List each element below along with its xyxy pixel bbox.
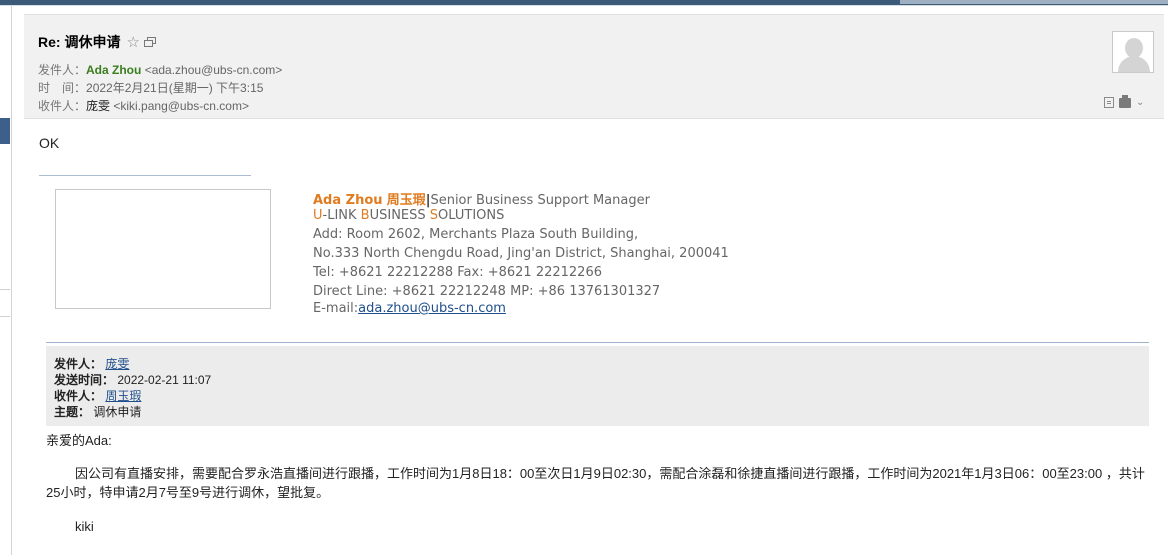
sender-row: 发件人：Ada Zhou <ada.zhou@ubs-cn.com> — [38, 61, 282, 78]
recipient-name[interactable]: 庞雯 — [86, 99, 110, 113]
signature-email-label: E-mail: — [313, 301, 359, 316]
print-icon[interactable] — [1119, 94, 1131, 108]
signature-name-en: Ada Zhou — [313, 193, 383, 208]
sender-label: 发件人： — [38, 63, 87, 77]
signature-divider — [39, 175, 251, 176]
quoted-sent-value: 2022-02-21 11:07 — [117, 373, 212, 387]
note-icon[interactable] — [1104, 97, 1114, 108]
quoted-from-link[interactable]: 庞雯 — [105, 357, 129, 371]
signature-address-1: Add: Room 2602, Merchants Plaza South Bu… — [313, 227, 639, 242]
quoted-sent-row: 发送时间： 2022-02-21 11:07 — [54, 373, 212, 387]
recipient-label: 收件人： — [38, 99, 87, 113]
star-icon[interactable]: ☆ — [126, 34, 139, 50]
quoted-paragraph: 因公司有直播安排，需要配合罗永浩直播间进行跟播，工作时间为1月8日18：00至次… — [46, 466, 1145, 500]
signature-email-link[interactable]: ada.zhou@ubs-cn.com — [358, 301, 506, 316]
signature-direct: Direct Line: +8621 22212248 MP: +86 1376… — [313, 284, 661, 299]
quote-divider — [46, 342, 1149, 343]
recipient-email[interactable]: <kiki.pang@ubs-cn.com> — [113, 99, 249, 113]
left-panel-edge — [0, 6, 12, 555]
time-row: 时 间：2022年2月21日(星期一) 下午3:15 — [38, 79, 263, 96]
recipient-row: 收件人：庞雯 <kiki.pang@ubs-cn.com> — [38, 97, 249, 114]
header-tools: ⌄ — [1104, 94, 1144, 108]
signature-tel: Tel: +8621 22212288 Fax: +8621 22212266 — [313, 265, 602, 280]
sender-name[interactable]: Ada Zhou — [86, 63, 141, 77]
sender-email[interactable]: <ada.zhou@ubs-cn.com> — [145, 63, 283, 77]
popout-icon[interactable] — [143, 36, 156, 48]
quoted-subject-row: 主题： 调休申请 — [54, 405, 142, 419]
company-logo-image — [55, 189, 271, 309]
mail-header: Re: 调休申请 ☆ 发件人：Ada Zhou <ada.zhou@ubs-cn… — [24, 14, 1164, 119]
app-top-bar-right — [900, 0, 1168, 4]
reply-text: OK — [39, 135, 60, 151]
quoted-to-row: 收件人： 周玉瑕 — [54, 389, 142, 403]
left-panel-divider — [0, 289, 10, 290]
signature-title: Senior Business Support Manager — [430, 193, 650, 208]
left-panel-selected-marker[interactable] — [0, 118, 10, 144]
quoted-greeting: 亲爱的Ada: — [46, 433, 112, 448]
signature-name-cn: 周玉瑕 — [386, 193, 426, 208]
quoted-sign: kiki — [75, 519, 94, 534]
left-panel-divider — [0, 316, 10, 317]
quoted-from-row: 发件人： 庞雯 — [54, 357, 130, 371]
signature-email-line: E-mail:ada.zhou@ubs-cn.com — [313, 301, 506, 316]
subject-row: Re: 调休申请 ☆ — [38, 32, 156, 52]
quoted-to-link[interactable]: 周玉瑕 — [105, 389, 141, 403]
quoted-header: 发件人： 庞雯 发送时间： 2022-02-21 11:07 收件人： 周玉瑕 … — [46, 346, 1149, 426]
signature-address-2: No.333 North Chengdu Road, Jing'an Distr… — [313, 246, 729, 261]
quoted-subject-value: 调休申请 — [93, 405, 142, 419]
signature-name-line: Ada Zhou 周玉瑕|Senior Business Support Man… — [313, 189, 650, 208]
signature-company: U-LINK BUSINESS SOLUTIONS — [313, 208, 505, 223]
avatar[interactable] — [1112, 31, 1154, 73]
chevron-down-icon[interactable]: ⌄ — [1136, 97, 1144, 108]
time-label: 时 间： — [38, 81, 87, 95]
mail-subject: Re: 调休申请 — [38, 34, 121, 50]
top-divider — [0, 5, 1168, 6]
time-value: 2022年2月21日(星期一) 下午3:15 — [86, 81, 264, 95]
